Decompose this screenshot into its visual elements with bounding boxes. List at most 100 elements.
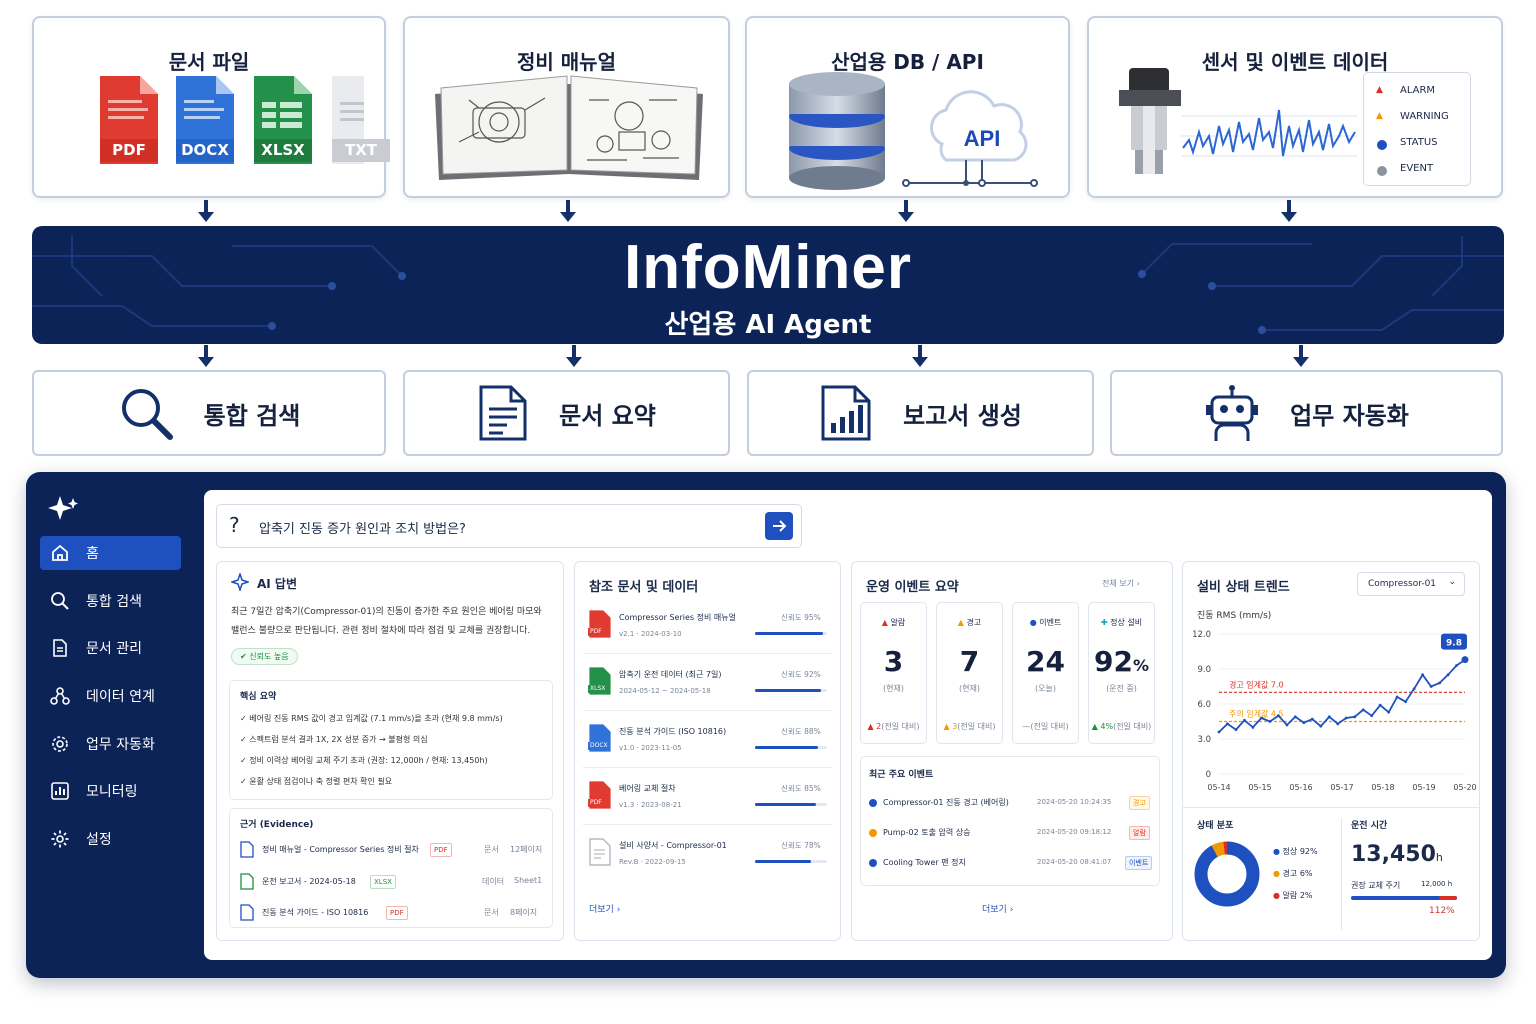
confidence-label: 신뢰도 높음	[249, 652, 289, 661]
reference-confidence: 신뢰도 88%	[781, 727, 821, 736]
equipment-select[interactable]: Compressor-01 ⌄	[1357, 572, 1465, 596]
sidebar-item-settings[interactable]: 설정	[40, 822, 181, 856]
file-type-tag: PDF	[588, 799, 604, 807]
capability-label: 보고서 생성	[903, 401, 1022, 430]
data-point	[1276, 714, 1280, 718]
x-tick-label: 05-15	[1248, 783, 1271, 792]
xlsx-label: XLSX	[254, 139, 312, 162]
reference-row[interactable]: 설비 사양서 - Compressor-01 Rev.B · 2022-09-15…	[575, 830, 840, 882]
stat-alarm: ▲ 알람 3 (현재) ▲ 2(전일 대비)	[860, 602, 927, 744]
capability-label: 업무 자동화	[1290, 401, 1409, 430]
sidebar: 홈 통합 검색 문서 관리 데이터 연계 업무 자동화 모니터링 설정	[26, 472, 192, 978]
evidence-row[interactable]: 정비 매뉴얼 - Compressor Series 정비 절차 PDF 문서 …	[230, 837, 552, 867]
sidebar-item-label: 업무 자동화	[86, 737, 155, 753]
search-query[interactable]: 압축기 진동 증가 원인과 조치 방법은?	[259, 518, 466, 537]
event-row[interactable]: Compressor-01 진동 경고 (베어링) 2024-05-20 10:…	[861, 791, 1159, 819]
stat-sub: (현재)	[959, 684, 980, 693]
submit-button[interactable]	[765, 512, 793, 540]
type-badge: PDF	[386, 906, 408, 920]
equipment-trend-card: 설비 상태 트렌드 Compressor-01 ⌄ 진동 RMS (mm/s) 0…	[1182, 561, 1480, 941]
event-row[interactable]: Pump-02 토출 압력 상승 2024-05-20 09:18:12 알람	[861, 821, 1159, 849]
event-dot	[869, 829, 877, 837]
arrow-down-icon	[898, 200, 914, 224]
reference-row[interactable]: PDF Compressor Series 정비 매뉴얼 v2.1 · 2024-0…	[575, 602, 840, 654]
reference-meta: v1.3 · 2023-08-21	[619, 801, 682, 809]
file-type-tag: DOCX	[588, 742, 610, 750]
arrow-down-icon	[1281, 200, 1297, 224]
reference-row[interactable]: PDF 베어링 교체 절차 v1.3 · 2023-08-21 신뢰도 85%	[575, 773, 840, 825]
stat-delta: ▲ 3(전일 대비)	[943, 722, 996, 731]
reference-name: Compressor Series 정비 매뉴얼	[619, 613, 736, 622]
file-type-icons	[100, 76, 364, 164]
question-search-bar[interactable]: ? 압축기 진동 증가 원인과 조치 방법은?	[216, 504, 802, 548]
sidebar-item-automation[interactable]: 업무 자동화	[40, 727, 181, 761]
stat-event: ● 이벤트 24 (오늘) —(전일 대비)	[1012, 602, 1079, 744]
distribution-title: 상태 분포	[1197, 821, 1234, 831]
confidence-bar	[755, 632, 827, 635]
confidence-bar	[755, 803, 827, 806]
data-point	[1395, 695, 1399, 699]
threshold-label: 경고 임계값 7.0	[1229, 679, 1284, 689]
legend-warning: WARNING	[1400, 111, 1449, 122]
file-icon	[240, 873, 254, 890]
txt-label: TXT	[332, 139, 390, 162]
sidebar-item-home[interactable]: 홈	[40, 536, 181, 570]
answer-text-line2: 밸런스 불량으로 판단됩니다. 관련 정비 절차에 따라 점검 및 교체를 권장…	[231, 626, 531, 636]
arrow-down-icon	[198, 200, 214, 224]
recent-title: 최근 주요 이벤트	[869, 770, 934, 780]
file-type-tag: PDF	[588, 628, 604, 636]
capability-work-automation[interactable]: 업무 자동화	[1110, 370, 1503, 456]
capability-document-summary[interactable]: 문서 요약	[403, 370, 730, 456]
product-name: InfoMiner	[624, 233, 912, 302]
evidence-row[interactable]: 진동 분석 가이드 - ISO 10816 PDF 문서 8페이지	[230, 900, 552, 930]
database-icon	[789, 72, 885, 190]
reference-meta: 2024-05-12 ~ 2024-05-18	[619, 687, 711, 695]
y-tick-label: 6.0	[1197, 700, 1211, 710]
data-point	[1268, 720, 1272, 723]
reference-documents-card: 참조 문서 및 데이터 PDF Compressor Series 정비 매뉴얼 v…	[574, 561, 841, 941]
stat-warning: ▲ 경고 7 (현재) ▲ 3(전일 대비)	[936, 602, 1003, 744]
sidebar-item-data-link[interactable]: 데이터 연계	[40, 679, 181, 713]
runtime-progress-bar	[1351, 896, 1457, 900]
sidebar-item-search[interactable]: 통합 검색	[40, 584, 181, 618]
y-tick-label: 0	[1206, 770, 1211, 780]
sidebar-item-documents[interactable]: 문서 관리	[40, 631, 181, 665]
data-point	[1285, 723, 1289, 727]
more-link[interactable]: 더보기 ›	[982, 902, 1013, 915]
operational-events-card: 운영 이벤트 요약 전체 보기 › ▲ 알람 3 (현재) ▲ 2(전일 대비)…	[851, 561, 1173, 941]
reference-row[interactable]: DOCX 진동 분석 가이드 (ISO 10816) v1.0 · 2023-11-…	[575, 716, 840, 768]
y-tick-label: 9.0	[1197, 665, 1211, 675]
evidence-row[interactable]: 운전 보고서 - 2024-05-18 XLSX 데이터 Sheet1	[230, 869, 552, 899]
stat-label: ▲ 경고	[957, 618, 982, 627]
sensor-waveform	[1181, 109, 1357, 157]
reference-name: 설비 사양서 - Compressor-01	[619, 841, 727, 850]
view-all-link[interactable]: 전체 보기 ›	[1102, 578, 1140, 589]
stat-delta: —(전일 대비)	[1022, 722, 1069, 731]
stat-label: ✚ 정상 설비	[1100, 618, 1143, 627]
key-summary-box: 핵심 요약 ✓ 베어링 진동 RMS 값이 경고 임계값 (7.1 mm/s)을…	[229, 680, 553, 800]
capability-integrated-search[interactable]: 통합 검색	[32, 370, 386, 456]
reference-name: 압축기 운전 데이터 (최근 7일)	[619, 670, 722, 679]
file-type-tag: XLSX	[588, 685, 608, 693]
status-donut-chart	[1194, 841, 1260, 907]
capability-report-generation[interactable]: 보고서 생성	[747, 370, 1094, 456]
arrow-down-icon	[1293, 345, 1309, 369]
reference-confidence: 신뢰도 85%	[781, 784, 821, 793]
api-label: API	[963, 126, 1001, 151]
more-link[interactable]: 더보기 ›	[589, 902, 620, 915]
file-icon	[240, 904, 254, 921]
event-row[interactable]: Cooling Tower 팬 정지 2024-05-20 08:41:07 이…	[861, 851, 1159, 879]
data-point	[1404, 700, 1408, 704]
evidence-location: 8페이지	[510, 908, 538, 917]
legend-alarm: ALARM	[1400, 85, 1436, 96]
question-icon: ?	[229, 513, 240, 537]
reference-row[interactable]: XLSX 압축기 운전 데이터 (최근 7일) 2024-05-12 ~ 2024-…	[575, 659, 840, 711]
reference-name: 진동 분석 가이드 (ISO 10816)	[619, 727, 727, 736]
summary-item: ✓ 스펙트럼 분석 결과 1X, 2X 성분 증가 → 불평형 의심	[240, 735, 428, 744]
data-point	[1234, 728, 1238, 732]
summary-item: ✓ 윤활 상태 점검이나 축 정렬 편차 확인 필요	[240, 777, 393, 786]
data-point	[1319, 724, 1323, 728]
answer-title: AI 답변	[257, 577, 298, 591]
reference-meta: v2.1 · 2024-03-10	[619, 630, 682, 638]
sidebar-item-monitoring[interactable]: 모니터링	[40, 774, 181, 808]
